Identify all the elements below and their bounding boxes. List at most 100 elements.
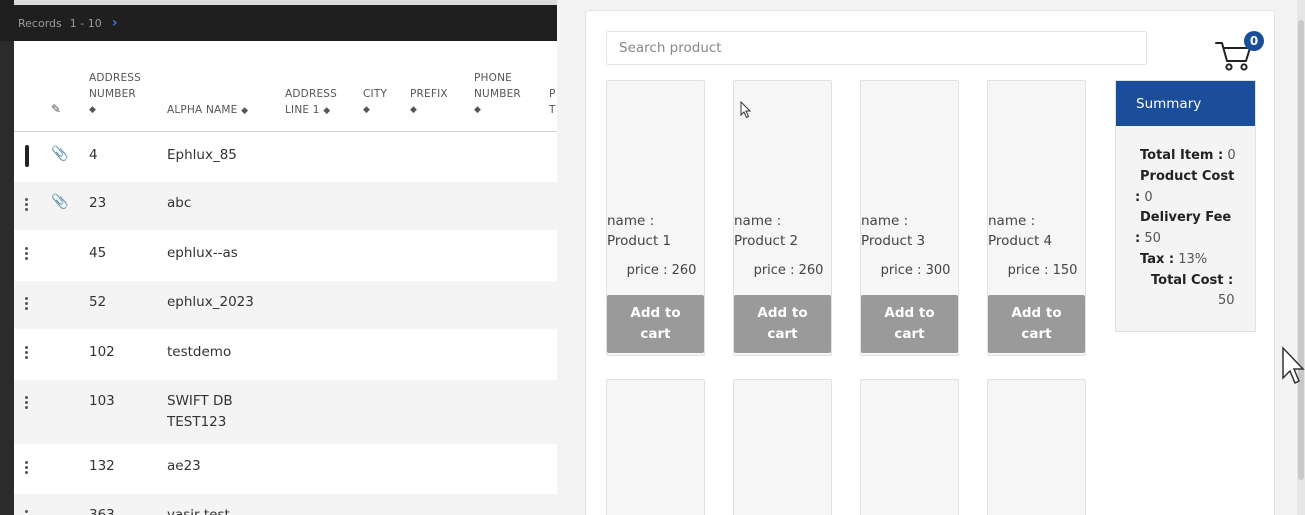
search-input[interactable]: [606, 31, 1147, 65]
table-row[interactable]: 102 testdemo: [14, 330, 557, 380]
product-name-value: Product 4: [988, 233, 1053, 249]
header-phone-number-line1: PHONE: [474, 72, 512, 84]
kebab-menu-icon[interactable]: [25, 396, 28, 411]
chevron-right-icon[interactable]: ›: [112, 15, 118, 31]
cart-count-badge: 0: [1244, 31, 1264, 51]
summary-total-item: Total Item : 0: [1140, 146, 1236, 166]
name-label: name :: [607, 213, 655, 229]
records-bar: Records 1 - 10 ›: [0, 5, 557, 41]
header-address-number-line2: NUMBER: [89, 88, 136, 100]
product-price: price : 150: [988, 263, 1085, 278]
sort-icon: ◆: [89, 105, 97, 115]
order-summary: Summary Total Item : 0 Product Cost : 0 …: [1115, 80, 1256, 332]
delivery-fee-colon: :: [1135, 231, 1141, 246]
table-row[interactable]: 363 yasir test: [14, 494, 557, 515]
summary-title: Summary: [1116, 81, 1255, 126]
kebab-menu-icon[interactable]: [25, 346, 28, 361]
product-name-value: Product 1: [607, 233, 672, 249]
paperclip-icon[interactable]: 📎: [51, 146, 68, 162]
summary-product-cost-value-row: : 0: [1135, 188, 1153, 208]
summary-delivery-fee: Delivery Fee: [1140, 208, 1231, 228]
alpha-name-cell: abc: [167, 195, 192, 211]
table-row[interactable]: 📎 23 abc: [14, 182, 557, 231]
records-pane: Records 1 - 10 › ✎ ADDRESS NUMBER ◆ ALPH…: [0, 0, 557, 515]
kebab-menu-icon[interactable]: [25, 198, 28, 213]
header-address-number[interactable]: ADDRESS NUMBER ◆: [89, 70, 141, 118]
price-value: 260: [671, 263, 697, 278]
summary-product-cost: Product Cost: [1140, 167, 1234, 187]
address-number-cell: 103: [89, 393, 115, 409]
address-number-cell: 45: [89, 245, 107, 261]
header-prefix[interactable]: PREFIX ◆: [410, 86, 448, 118]
table-row[interactable]: 52 ephlux_2023: [14, 281, 557, 330]
summary-delivery-fee-value-row: : 50: [1135, 229, 1161, 249]
header-phone-number[interactable]: PHONE NUMBER ◆: [474, 70, 521, 118]
address-number-cell: 132: [89, 458, 115, 474]
table-row[interactable]: 103 SWIFT DB TEST123: [14, 380, 557, 445]
product-name: name : Product 2: [734, 211, 831, 251]
product-cost-label: Product Cost: [1140, 169, 1235, 184]
product-price: price : 260: [734, 263, 831, 278]
sort-icon: ◆: [323, 106, 331, 116]
price-label: price :: [1007, 263, 1049, 278]
paperclip-icon[interactable]: 📎: [51, 194, 68, 210]
add-to-cart-line1: Add to: [630, 305, 681, 321]
table-row[interactable]: 132 ae23: [14, 445, 557, 494]
left-edge: [0, 41, 14, 515]
price-value: 300: [925, 263, 951, 278]
product-pane: 0 name : Product 1 price : 260 Add to car…: [557, 0, 1305, 515]
summary-tax: Tax : 13%: [1140, 250, 1207, 270]
add-to-cart-button[interactable]: Add to cart: [734, 295, 831, 353]
alpha-name-cell: yasir test: [167, 507, 230, 515]
header-city[interactable]: CITY ◆: [363, 86, 387, 118]
kebab-menu-icon[interactable]: [25, 510, 28, 515]
table-row[interactable]: 📎 4 Ephlux_85: [14, 132, 557, 182]
header-prefix-label: PREFIX: [410, 88, 448, 100]
product-cost-value: 0: [1144, 190, 1153, 205]
product-price: price : 300: [861, 263, 958, 278]
add-to-cart-line1: Add to: [1011, 305, 1062, 321]
add-to-cart-button[interactable]: Add to cart: [988, 295, 1085, 353]
header-address-line1[interactable]: ADDRESS LINE 1 ◆: [285, 86, 337, 119]
price-label: price :: [753, 263, 795, 278]
delivery-fee-value: 50: [1144, 231, 1161, 246]
row-handle-icon[interactable]: [25, 145, 29, 167]
table-header: ✎ ADDRESS NUMBER ◆ ALPHA NAME ◆ ADDRESS …: [14, 41, 557, 132]
address-number-cell: 102: [89, 344, 115, 360]
header-cut-off[interactable]: P T: [549, 86, 556, 118]
add-to-cart-line2: cart: [640, 326, 671, 342]
product-name: name : Product 1: [607, 211, 704, 251]
alpha-name-cell-line1: SWIFT DB: [167, 393, 233, 409]
product-card: name : Product 3 price : 300 Add to cart: [860, 80, 959, 356]
address-number-cell: 23: [89, 195, 107, 211]
table-row[interactable]: 45 ephlux--as: [14, 231, 557, 281]
records-range: 1 - 10: [69, 16, 102, 30]
total-item-value: 0: [1227, 148, 1236, 163]
kebab-menu-icon[interactable]: [25, 461, 28, 476]
summary-total-cost-value-row: 50: [1218, 291, 1235, 311]
add-to-cart-line2: cart: [894, 326, 925, 342]
sort-icon: ◆: [410, 105, 418, 115]
address-number-cell: 52: [89, 294, 107, 310]
product-card: name : Product 1 price : 260 Add to cart: [606, 80, 705, 356]
sort-icon: ◆: [241, 106, 249, 116]
product-card: [606, 379, 705, 515]
header-address-line1-line1: ADDRESS: [285, 88, 338, 100]
product-card: name : Product 4 price : 150 Add to cart: [987, 80, 1086, 356]
tax-value: 13%: [1178, 252, 1208, 267]
add-to-cart-button[interactable]: Add to cart: [861, 295, 958, 353]
name-label: name :: [734, 213, 782, 229]
kebab-menu-icon[interactable]: [25, 297, 28, 312]
name-label: name :: [988, 213, 1036, 229]
header-cut-line1: P: [549, 88, 556, 100]
header-alpha-name[interactable]: ALPHA NAME ◆: [167, 102, 248, 119]
kebab-menu-icon[interactable]: [25, 247, 28, 262]
add-to-cart-button[interactable]: Add to cart: [607, 295, 704, 353]
alpha-name-cell: Ephlux_85: [167, 147, 237, 163]
header-alpha-name-label: ALPHA NAME: [167, 104, 238, 116]
scrollbar[interactable]: [1297, 0, 1305, 515]
header-city-label: CITY: [363, 88, 388, 100]
product-name-value: Product 3: [861, 233, 926, 249]
records-label: Records: [18, 16, 62, 30]
scrollbar-thumb[interactable]: [1298, 20, 1304, 480]
